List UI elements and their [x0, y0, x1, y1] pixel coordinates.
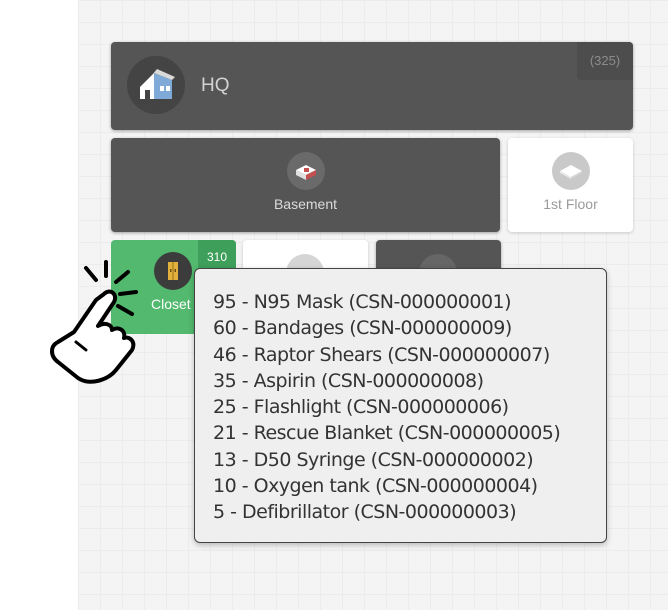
location-card-hq[interactable]: HQ (325) [111, 42, 633, 130]
floor-card-basement[interactable]: Basement [111, 138, 500, 232]
building-icon [127, 56, 185, 114]
tooltip-item: 35 - Aspirin (CSN-000000008) [213, 369, 484, 392]
tooltip-item: 95 - N95 Mask (CSN-000000001) [213, 291, 512, 313]
pointing-hand-click-icon [46, 258, 150, 388]
floor-label-1st-floor: 1st Floor [543, 196, 598, 212]
tooltip-item: 25 - Flashlight (CSN-000000006) [213, 396, 509, 419]
tooltip-item: 13 - D50 Syringe (CSN-000000002) [213, 448, 534, 471]
room-icon [286, 152, 325, 190]
tooltip-item: 10 - Oxygen tank (CSN-000000004) [213, 475, 538, 498]
tooltip-item: 60 - Bandages (CSN-000000009) [213, 317, 512, 340]
inventory-tooltip: 95 - N95 Mask (CSN-000000001) 60 - Banda… [194, 268, 607, 543]
tooltip-item: 46 - Raptor Shears (CSN-000000007) [213, 343, 550, 366]
room-label-closet: Closet [151, 296, 191, 312]
tooltip-item: 5 - Defibrillator (CSN-000000003) [213, 501, 517, 524]
floor-plan-icon [551, 152, 590, 190]
hq-item-count: (325) [577, 42, 633, 80]
floor-label-basement: Basement [273, 196, 338, 212]
tooltip-item: 21 - Rescue Blanket (CSN-000000005) [213, 422, 561, 445]
cabinet-icon [154, 252, 192, 290]
hq-title: HQ [201, 75, 230, 96]
floor-card-1st-floor[interactable]: 1st Floor [508, 138, 633, 232]
